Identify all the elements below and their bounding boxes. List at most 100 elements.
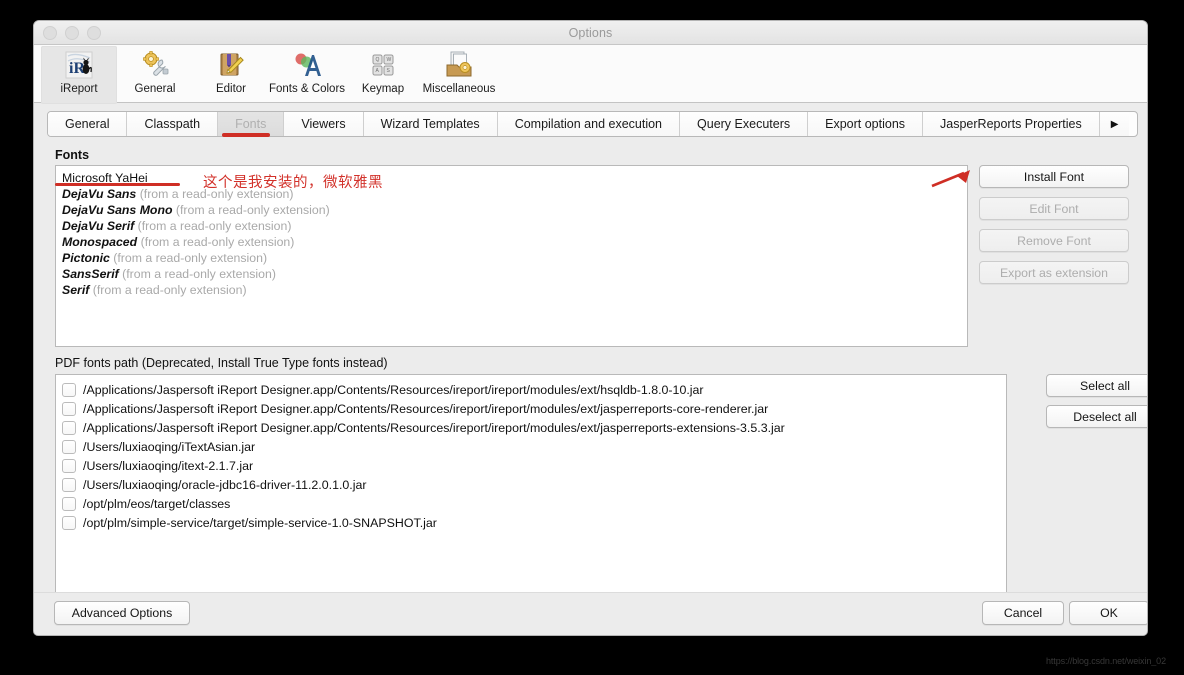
list-item[interactable]: /Users/luxiaoqing/itext-2.1.7.jar [56,456,1006,475]
toolbar-item-label: Miscellaneous [422,83,496,95]
toolbar-item-label: Keymap [361,83,405,95]
toolbar-item-label: iReport [60,83,98,95]
svg-text:W: W [387,57,392,63]
list-item[interactable]: /Applications/Jaspersoft iReport Designe… [56,380,1006,399]
font-note: (from a read-only extension) [137,219,292,233]
options-window: Options iR iReport General Editor Fonts … [33,20,1148,636]
font-note: (from a read-only extension) [122,267,276,281]
toolbar-item-label: Fonts & Colors [268,83,346,95]
annotation-arrow-icon [931,170,970,188]
svg-text:Q: Q [376,57,380,63]
toolbar-item-label: Editor [215,83,247,95]
font-name: DejaVu Serif [62,219,135,233]
fonts-colors-icon [290,49,324,81]
tab-viewers[interactable]: Viewers [284,112,364,136]
list-item[interactable]: /Users/luxiaoqing/oracle-jdbc16-driver-1… [56,475,1006,494]
edit-font-button[interactable]: Edit Font [979,197,1129,220]
checkbox[interactable] [62,420,76,435]
list-item[interactable]: /opt/plm/eos/target/classes [56,494,1006,513]
pdf-fonts-path-label: PDF fonts path (Deprecated, Install True… [55,356,388,370]
list-item[interactable]: /Users/luxiaoqing/iTextAsian.jar [56,437,1006,456]
keyboard-keys-icon: QW AS [366,49,400,81]
toolbar-item-miscellaneous[interactable]: Miscellaneous [421,46,497,95]
font-name: Monospaced [62,235,138,249]
pdf-path-text: /Users/luxiaoqing/oracle-jdbc16-driver-1… [83,477,367,492]
watermark-text: https://blog.csdn.net/weixin_02 [1046,656,1166,666]
list-item[interactable]: Monospaced (from a read-only extension) [60,234,967,250]
list-item[interactable]: DejaVu Sans (from a read-only extension) [60,186,967,202]
options-tabstrip: General Classpath Fonts Viewers Wizard T… [47,111,1138,137]
book-pencil-icon [214,49,248,81]
checkbox[interactable] [62,496,76,511]
pdf-path-text: /Applications/Jaspersoft iReport Designe… [83,382,704,397]
window-titlebar: Options [34,21,1147,45]
list-item[interactable]: Microsoft YaHei [60,170,967,186]
tab-compilation-and-execution[interactable]: Compilation and execution [497,112,681,136]
pdf-fonts-path-list[interactable]: /Applications/Jaspersoft iReport Designe… [55,374,1007,599]
list-item[interactable]: /opt/plm/simple-service/target/simple-se… [56,513,1006,532]
options-toolbar: iR iReport General Editor Fonts & Colors… [34,45,1147,104]
list-item[interactable]: /Applications/Jaspersoft iReport Designe… [56,418,1006,437]
annotation-underline-microsoft-yahei [55,183,180,186]
font-name: Serif [62,283,90,297]
cancel-button[interactable]: Cancel [982,601,1064,625]
list-item[interactable]: DejaVu Serif (from a read-only extension… [60,218,967,234]
annotation-note-text: 这个是我安装的，微软雅黑 [203,175,383,191]
fonts-action-buttons: Install Font Edit Font Remove Font Expor… [979,165,1129,284]
tab-query-executers[interactable]: Query Executers [680,112,809,136]
fonts-section-label: Fonts [55,148,90,162]
list-item[interactable]: /Applications/Jaspersoft iReport Designe… [56,399,1006,418]
pdf-path-text: /Applications/Jaspersoft iReport Designe… [83,401,769,416]
tab-jasperreports-properties[interactable]: JasperReports Properties [923,112,1100,136]
checkbox[interactable] [62,439,76,454]
ok-button[interactable]: OK [1069,601,1147,625]
pdf-path-text: /Applications/Jaspersoft iReport Designe… [83,420,785,435]
tab-general[interactable]: General [48,112,128,136]
font-name: DejaVu Sans Mono [62,203,173,217]
fonts-list[interactable]: Microsoft YaHei DejaVu Sans (from a read… [55,165,968,347]
toolbar-item-fonts-and-colors[interactable]: Fonts & Colors [269,46,345,95]
dialog-footer: Advanced Options Cancel OK [34,592,1147,635]
font-note: (from a read-only extension) [175,203,330,217]
tab-wizard-templates[interactable]: Wizard Templates [363,112,498,136]
tab-classpath[interactable]: Classpath [127,112,219,136]
remove-font-button[interactable]: Remove Font [979,229,1129,252]
screenshot-root: Options iR iReport General Editor Fonts … [0,0,1184,675]
gear-wrench-icon [138,49,172,81]
window-title: Options [568,25,613,40]
pdf-path-text: /Users/luxiaoqing/iTextAsian.jar [83,439,256,454]
list-item[interactable]: Pictonic (from a read-only extension) [60,250,967,266]
ireport-icon: iR [62,49,96,81]
select-all-button[interactable]: Select all [1046,374,1147,397]
toolbar-item-label: General [134,83,176,95]
toolbar-item-keymap[interactable]: QW AS Keymap [345,46,421,95]
toolbar-item-ireport[interactable]: iR iReport [41,46,117,104]
font-note: (from a read-only extension) [92,283,247,297]
list-item[interactable]: SansSerif (from a read-only extension) [60,266,967,282]
tab-overflow-arrow-icon[interactable]: ▶ [1099,112,1130,136]
advanced-options-button[interactable]: Advanced Options [54,601,190,625]
checkbox[interactable] [62,382,76,397]
export-as-extension-button[interactable]: Export as extension [979,261,1129,284]
pdf-path-text: /opt/plm/eos/target/classes [83,496,231,511]
toolbar-item-general[interactable]: General [117,46,193,95]
checkbox[interactable] [62,477,76,492]
checkbox[interactable] [62,458,76,473]
pdf-path-text: /opt/plm/simple-service/target/simple-se… [83,515,437,530]
tab-export-options[interactable]: Export options [808,112,924,136]
checkbox[interactable] [62,401,76,416]
checkbox[interactable] [62,515,76,530]
deselect-all-button[interactable]: Deselect all [1046,405,1147,428]
font-name: Pictonic [62,251,110,265]
folder-gear-icon [442,49,476,81]
font-note: (from a read-only extension) [140,235,295,249]
toolbar-item-editor[interactable]: Editor [193,46,269,95]
font-name: SansSerif [62,267,119,281]
annotation-underline-fonts-tab [222,133,270,137]
list-item[interactable]: DejaVu Sans Mono (from a read-only exten… [60,202,967,218]
pdf-path-text: /Users/luxiaoqing/itext-2.1.7.jar [83,458,254,473]
font-note: (from a read-only extension) [113,251,268,265]
font-name: DejaVu Sans [62,187,137,201]
list-item[interactable]: Serif (from a read-only extension) [60,282,967,298]
install-font-button[interactable]: Install Font [979,165,1129,188]
